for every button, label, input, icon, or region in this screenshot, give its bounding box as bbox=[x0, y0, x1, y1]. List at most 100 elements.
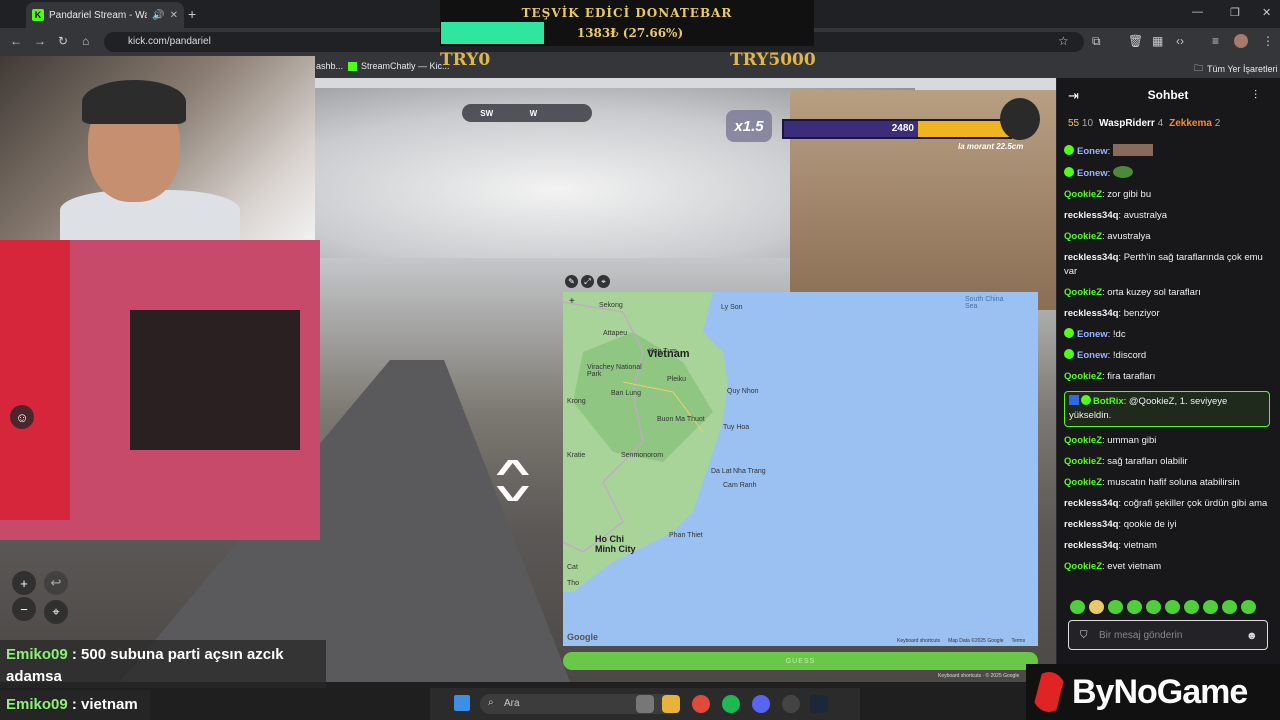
chat-text: vietnam bbox=[1123, 540, 1157, 551]
task-view-icon[interactable] bbox=[636, 695, 654, 713]
all-bookmarks[interactable]: 🗀 Tüm Yer İşaretleri bbox=[1194, 61, 1278, 77]
back-icon[interactable]: ← bbox=[10, 34, 22, 48]
grid-icon[interactable]: ▦ bbox=[1152, 34, 1163, 48]
emote-icon[interactable] bbox=[1108, 600, 1123, 614]
chrome-icon[interactable] bbox=[692, 695, 710, 713]
chat-text: !dc bbox=[1112, 329, 1126, 340]
chat-username[interactable]: reckless34q bbox=[1064, 540, 1118, 551]
emote-icon[interactable] bbox=[1203, 600, 1218, 614]
move-back-arrow-icon[interactable]: ˅ bbox=[495, 478, 530, 512]
emoji-picker-icon[interactable]: ☻ bbox=[1246, 630, 1258, 642]
chat-message: reckless34q: benziyor bbox=[1064, 308, 1160, 319]
zoom-in-icon[interactable]: + bbox=[12, 571, 36, 595]
overlay-text: : vietnam bbox=[67, 696, 138, 713]
overlay-username: Emiko09 bbox=[6, 646, 68, 663]
folder-icon: 🗀 bbox=[1194, 63, 1204, 73]
reload-icon[interactable]: ↻ bbox=[58, 34, 68, 48]
map-city-label: Ho Chi Minh City bbox=[595, 534, 636, 554]
kick-icon: K bbox=[32, 9, 44, 21]
chat-username[interactable]: QookieZ bbox=[1064, 435, 1102, 446]
chat-username[interactable]: QookieZ bbox=[1064, 371, 1102, 382]
chat-users-icon[interactable]: ⫶ bbox=[1254, 88, 1257, 103]
chat-input[interactable]: Bir mesaj gönderin bbox=[1068, 620, 1268, 650]
emote-icon[interactable] bbox=[1127, 600, 1142, 614]
map-label: Tho bbox=[567, 580, 580, 587]
emote-icon[interactable] bbox=[1222, 600, 1237, 614]
spotify-icon[interactable] bbox=[722, 695, 740, 713]
steam-icon[interactable] bbox=[810, 695, 828, 713]
obs-icon[interactable] bbox=[782, 695, 800, 713]
streamchatly-icon bbox=[348, 61, 357, 71]
chat-username[interactable]: reckless34q bbox=[1064, 252, 1118, 263]
close-window-icon[interactable]: ✕ bbox=[1262, 6, 1271, 19]
streamer-cap bbox=[82, 80, 186, 124]
minimize-icon[interactable]: — bbox=[1192, 6, 1203, 18]
pin-icon[interactable]: ⌖ bbox=[597, 275, 610, 288]
menu-icon[interactable]: ⋮ bbox=[1262, 34, 1274, 48]
chat-username[interactable]: reckless34q bbox=[1064, 519, 1118, 530]
chat-username[interactable]: QookieZ bbox=[1064, 287, 1102, 298]
chat-username[interactable]: QookieZ bbox=[1064, 477, 1102, 488]
chat-username[interactable]: reckless34q bbox=[1064, 210, 1118, 221]
chat-messages: Eonew: Eonew: QookieZ: zor gibi bu reckle… bbox=[1064, 144, 1270, 581]
browser-tab[interactable]: K Pandariel Stream - Watch Li 🔊 ✕ bbox=[26, 2, 184, 28]
windows-start-icon[interactable] bbox=[454, 695, 470, 711]
code-icon[interactable]: ‹› bbox=[1176, 34, 1184, 48]
chat-username[interactable]: QookieZ bbox=[1064, 456, 1102, 467]
emote-icon[interactable] bbox=[1184, 600, 1199, 614]
map-label: Kon Tum bbox=[649, 348, 678, 355]
chat-username[interactable]: Eonew bbox=[1077, 350, 1108, 361]
chat-username[interactable]: QookieZ bbox=[1064, 189, 1102, 200]
undo-icon[interactable]: ↩ bbox=[44, 571, 68, 595]
chat-username[interactable]: BotRix bbox=[1093, 396, 1124, 407]
user-badge-icon bbox=[1064, 167, 1074, 177]
emote-icon[interactable] bbox=[1070, 600, 1085, 614]
emote-icon[interactable] bbox=[1146, 600, 1161, 614]
chat-username[interactable]: Eonew bbox=[1077, 329, 1108, 340]
playlist-icon[interactable]: ≡ bbox=[1212, 34, 1219, 48]
file-explorer-icon[interactable] bbox=[662, 695, 680, 713]
emote-icon[interactable] bbox=[1089, 600, 1104, 614]
expand-icon[interactable]: ⤢ bbox=[581, 275, 594, 288]
zoom-out-icon[interactable]: − bbox=[12, 597, 36, 621]
bookmark-item[interactable]: StreamChatly — Kic... bbox=[348, 61, 450, 71]
map-footer-item[interactable]: Terms bbox=[1011, 638, 1025, 644]
extensions-icon[interactable]: ⧉ bbox=[1092, 34, 1101, 49]
map-label: Cat bbox=[567, 564, 578, 571]
taskbar-search-label: Ara bbox=[504, 698, 520, 709]
emote-icon[interactable] bbox=[1165, 600, 1180, 614]
chat-message: BotRix: @QookieZ, 1. seviyeye yükseldin. bbox=[1064, 391, 1270, 427]
chat-username[interactable]: Eonew bbox=[1077, 168, 1108, 179]
bynogame-text: ByNoGame bbox=[1072, 672, 1248, 711]
emote-bar bbox=[1070, 600, 1256, 614]
bookmark-item[interactable]: ashb... bbox=[316, 61, 343, 71]
search-icon: ⌕ bbox=[488, 697, 494, 708]
close-tab-icon[interactable]: ✕ bbox=[170, 10, 178, 21]
chat-text: avustralya bbox=[1107, 231, 1151, 242]
player-caption: la morant 22.5cm bbox=[958, 142, 1024, 151]
emote-icon[interactable] bbox=[1241, 600, 1256, 614]
map-footer-item[interactable]: Keyboard shortcuts bbox=[897, 638, 940, 644]
bookmark-star-icon[interactable]: ☆ bbox=[1058, 34, 1069, 48]
emoji-icon[interactable]: ☺ bbox=[10, 405, 34, 429]
chat-username[interactable]: QookieZ bbox=[1064, 231, 1102, 242]
chat-leaderboard: 55 10 WaspRiderr 4 Zekkema 2 bbox=[1068, 118, 1220, 129]
guess-map[interactable]: Vietnam Ho Chi Minh City Sekong Attapeu … bbox=[563, 292, 1038, 646]
chat-username[interactable]: Eonew bbox=[1077, 146, 1108, 157]
map-zoom-icon[interactable]: + bbox=[569, 296, 575, 307]
trash-icon[interactable]: 🗑 bbox=[1128, 34, 1143, 48]
chat-username[interactable]: reckless34q bbox=[1064, 498, 1118, 509]
profile-avatar[interactable] bbox=[1234, 34, 1248, 48]
chat-username[interactable]: reckless34q bbox=[1064, 308, 1118, 319]
maximize-icon[interactable]: ❐ bbox=[1230, 6, 1240, 19]
guess-button[interactable]: GUESS bbox=[563, 652, 1038, 670]
audio-icon[interactable]: 🔊 bbox=[152, 10, 164, 21]
discord-icon[interactable] bbox=[752, 695, 770, 713]
chat-username[interactable]: QookieZ bbox=[1064, 561, 1102, 572]
location-pin-icon[interactable]: ⌖ bbox=[44, 600, 68, 624]
forward-icon[interactable]: → bbox=[34, 34, 46, 48]
map-toolbar: ✎ ⤢ ⌖ bbox=[565, 275, 610, 288]
home-icon[interactable]: ⌂ bbox=[82, 34, 89, 48]
new-tab-button[interactable]: + bbox=[188, 6, 196, 22]
pencil-icon[interactable]: ✎ bbox=[565, 275, 578, 288]
